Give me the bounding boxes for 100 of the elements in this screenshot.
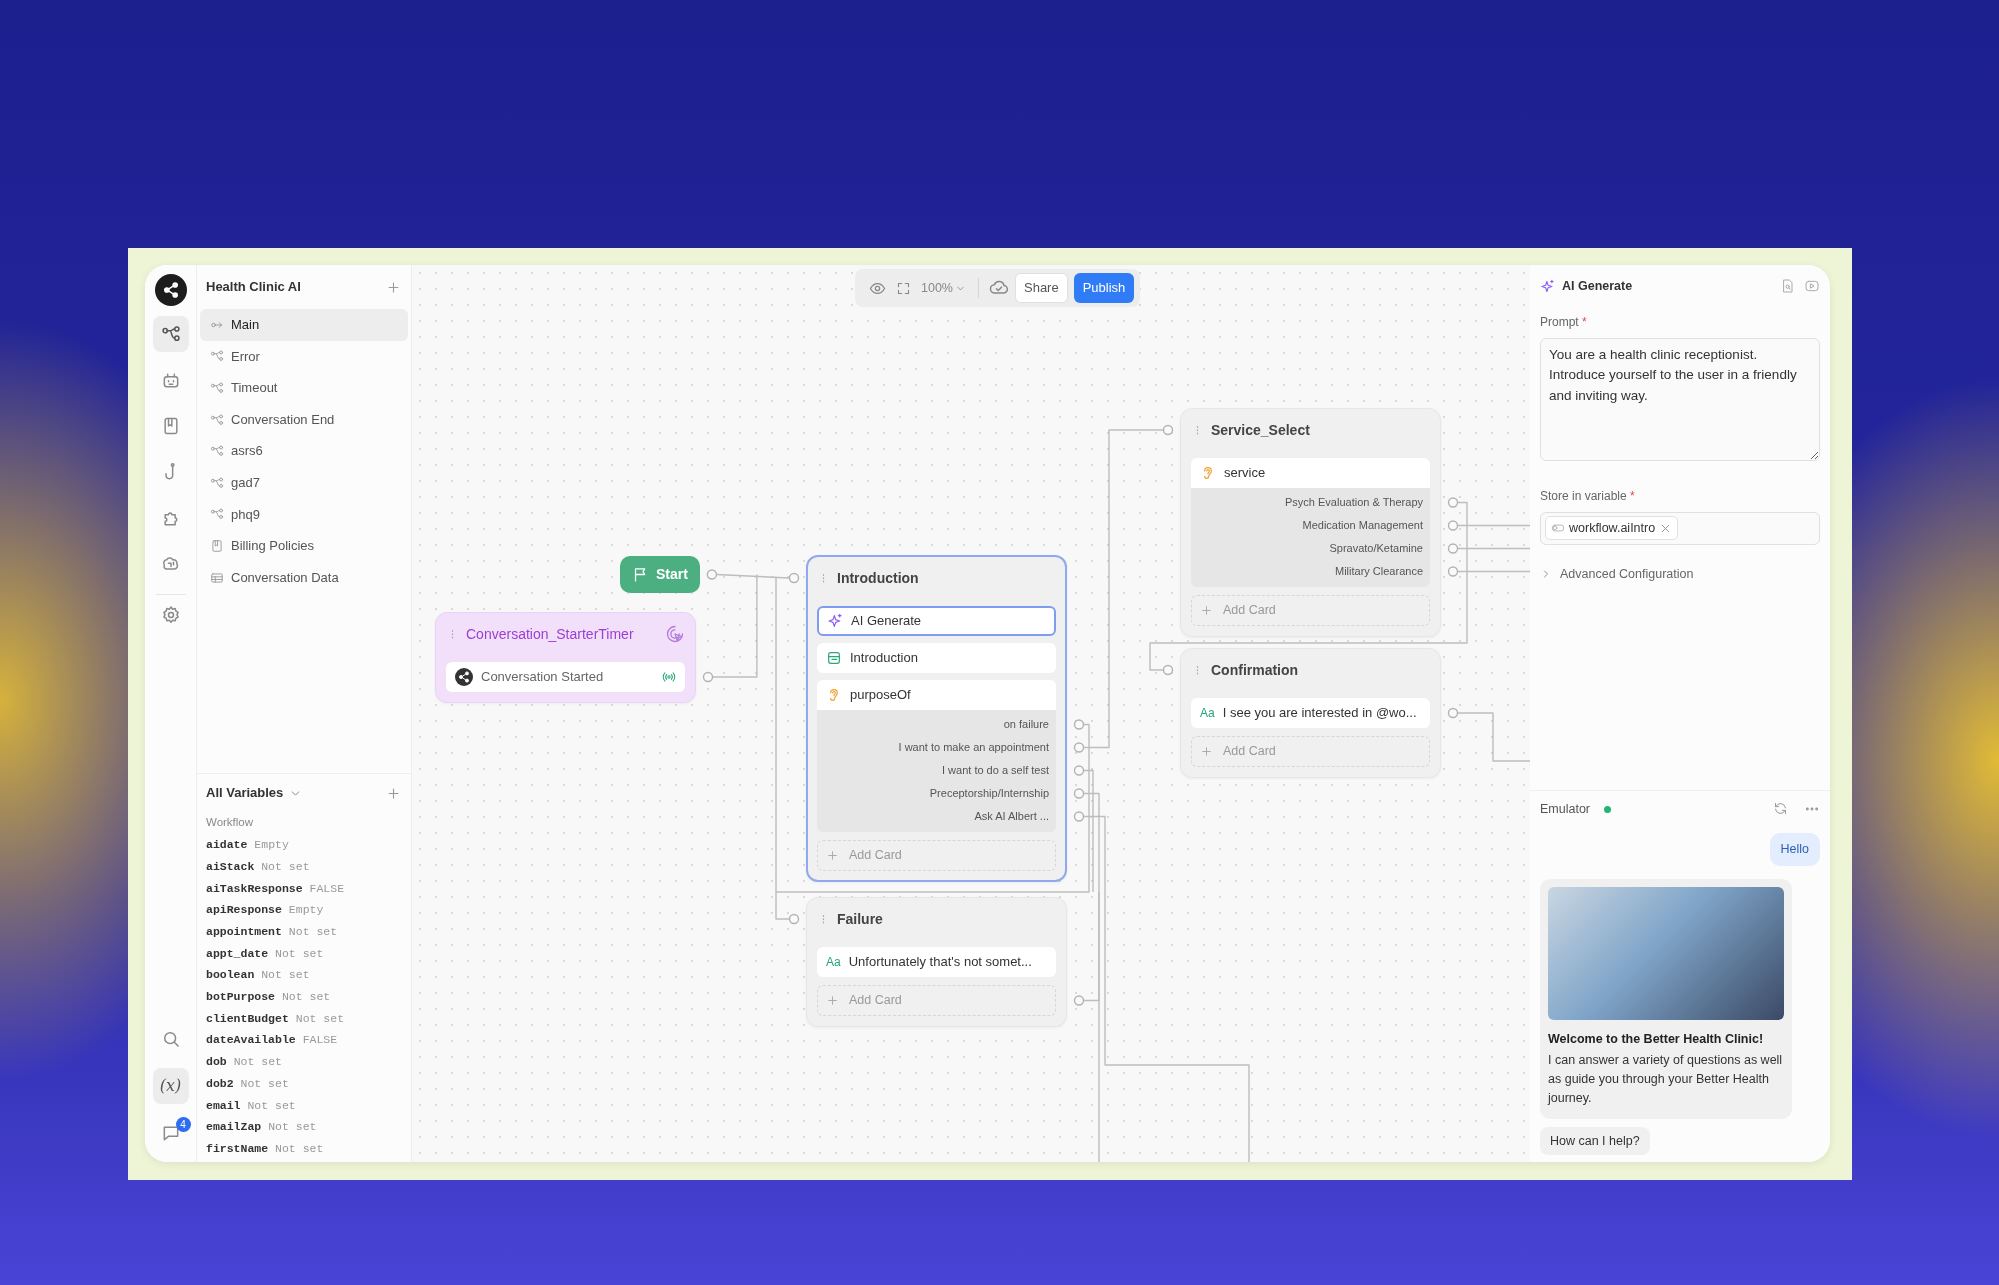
variable-row-text: aiStack Not set — [205, 858, 311, 875]
branch-label: Preceptorship/Internship — [928, 786, 1049, 801]
search-doc-button[interactable] — [1780, 278, 1796, 294]
group-label: Workflow — [205, 815, 255, 830]
plus-icon — [826, 849, 839, 862]
step-card[interactable]: purposeOf — [817, 680, 1056, 710]
refresh-button[interactable] — [1773, 801, 1788, 817]
preview-play-button[interactable] — [1804, 278, 1820, 294]
field-label: Prompt * — [1540, 314, 1588, 331]
count-badge: 4 — [175, 1117, 191, 1132]
text-type-icon: Aa — [826, 953, 841, 971]
variable-row-text: apiResponse Empty — [205, 902, 325, 919]
play-icon — [1804, 278, 1820, 294]
variable-field[interactable]: workflow.aiIntro — [1540, 511, 1820, 545]
step-card[interactable]: AI Generate — [817, 606, 1056, 636]
document-search-icon — [1780, 278, 1796, 294]
add-button[interactable] — [386, 279, 401, 295]
project-title: Health Clinic AI — [206, 278, 301, 297]
step-card[interactable]: Introduction — [817, 643, 1056, 673]
flow-node[interactable]: Service_Select service Psych Evaluation & Therapy Medication Management Spravato/Ketamine Military Clearance Add Card — [1180, 408, 1441, 637]
user-message: Hello — [1769, 833, 1820, 866]
sparkle-icon — [1540, 278, 1555, 294]
signal-icon — [662, 670, 676, 684]
node-title: Introduction — [837, 568, 919, 588]
app-logo[interactable] — [154, 274, 187, 306]
layout-icon — [826, 650, 842, 666]
branch-label: I want to make an appointment — [897, 740, 1049, 755]
flow-icon — [210, 412, 224, 427]
rail-button[interactable]: 4 — [152, 1115, 189, 1151]
variables-dropdown[interactable]: All Variables — [206, 783, 303, 803]
advanced-config-toggle[interactable]: Advanced Configuration — [1540, 564, 1694, 584]
variable-row-text: botPurpose Not set — [205, 989, 332, 1006]
flow-item[interactable]: Main — [200, 309, 408, 341]
field-label: Store in variable * — [1540, 487, 1636, 505]
plus-icon — [826, 994, 839, 1007]
variable-row-text: dob Not set — [205, 1054, 283, 1071]
flow-item[interactable]: Timeout — [200, 372, 408, 404]
variable-row-text: appointment Not set — [205, 924, 339, 940]
plus-icon — [386, 279, 401, 295]
text-type-icon: Aa — [1200, 704, 1215, 722]
settings-icon — [160, 605, 181, 625]
share-icon — [455, 668, 473, 686]
node-title: Confirmation — [1211, 660, 1299, 680]
add-button[interactable] — [386, 785, 401, 801]
variable-row-text: dateAvailable FALSE — [205, 1032, 339, 1049]
node-title: Conversation_StarterTimer — [466, 624, 634, 644]
flow-item[interactable]: phq9 — [200, 498, 408, 531]
variable-row-text: aiTaskResponse FALSE — [205, 880, 346, 897]
flow-item[interactable]: Conversation End — [200, 403, 408, 436]
branch-label: on failure — [1002, 717, 1049, 732]
flow-icon — [210, 381, 224, 395]
plus-icon — [1200, 745, 1213, 758]
fullscreen-icon — [896, 280, 911, 296]
variable-row-text: emailZap Not set — [205, 1119, 318, 1136]
step-card[interactable]: service — [1191, 458, 1430, 488]
flow-item[interactable]: Error — [200, 340, 408, 373]
panel-title: AI Generate — [1540, 276, 1633, 296]
branch-label: Medication Management — [1301, 518, 1423, 533]
variable-tag[interactable]: workflow.aiIntro — [1545, 516, 1679, 540]
refresh-icon — [1773, 801, 1788, 816]
branch-label: Psych Evaluation & Therapy — [1284, 495, 1423, 510]
variable-row-text: boolean Not set — [205, 967, 311, 984]
flow-icon — [210, 444, 224, 459]
branch-label: Military Clearance — [1333, 564, 1423, 579]
variable-row-text: firstName Not set — [205, 1140, 325, 1157]
step-card[interactable]: Aa Unfortunately that's not somet... — [817, 947, 1056, 977]
rail-button[interactable]: (x) — [152, 1068, 189, 1104]
branch-label: Ask AI Albert ... — [973, 809, 1049, 824]
flow-icon — [210, 475, 224, 490]
plus-icon — [1200, 604, 1213, 617]
emulator-title: Emulator — [1540, 800, 1591, 818]
flow-node[interactable]: Confirmation Aa I see you are interested in @wo... Add Card — [1180, 648, 1441, 778]
rail-button[interactable] — [152, 316, 189, 352]
flow-item[interactable]: gad7 — [200, 466, 408, 499]
variable-row-text: appt_date Not set — [205, 945, 325, 962]
message-text: I can answer a variety of questions as well as guide you through your Better Health journey. — [1548, 1051, 1784, 1108]
plus-icon — [386, 785, 401, 801]
flow-icon — [160, 324, 181, 344]
variable-row-text: email Not set — [205, 1097, 297, 1114]
variable-row-text: dob2 Not set — [205, 1075, 290, 1092]
flow-icon — [210, 507, 224, 522]
branch-label: Spravato/Ketamine — [1328, 541, 1423, 556]
prompt-field[interactable]: You are a health clinic receptionist. Introduce yourself to the user in a friendly and inviting way. — [1540, 338, 1820, 461]
branch-label: I want to do a self test — [941, 763, 1049, 778]
book-icon — [210, 538, 224, 553]
step-card[interactable]: Aa I see you are interested in @wo... — [1191, 698, 1430, 728]
share-button[interactable]: Share — [1015, 273, 1068, 303]
sparkle-icon — [827, 613, 843, 629]
flow-item[interactable]: Conversation Data — [200, 561, 408, 594]
flow-item[interactable]: Billing Policies — [200, 530, 408, 562]
step-card[interactable]: Conversation Started — [446, 662, 685, 692]
publish-button[interactable]: Publish — [1073, 273, 1135, 303]
toggle-icon — [1551, 521, 1565, 535]
flow-item[interactable]: asrs6 — [200, 435, 408, 467]
flow-node[interactable]: Failure Aa Unfortunately that's not somet... Add Card — [806, 897, 1067, 1027]
node-title: Service_Select — [1211, 420, 1310, 440]
variable-row-text: clientBudget Not set — [205, 1010, 346, 1027]
flow-node[interactable]: Introduction AI Generate Introduction purposeOf on failure I want to make an appointment I want to do a self test Preceptorship/Internship Ask AI Albert ... Add Card — [806, 555, 1067, 882]
flow-node[interactable]: Conversation_StarterTimer Conversation Started — [435, 612, 696, 703]
table-icon — [210, 570, 224, 585]
